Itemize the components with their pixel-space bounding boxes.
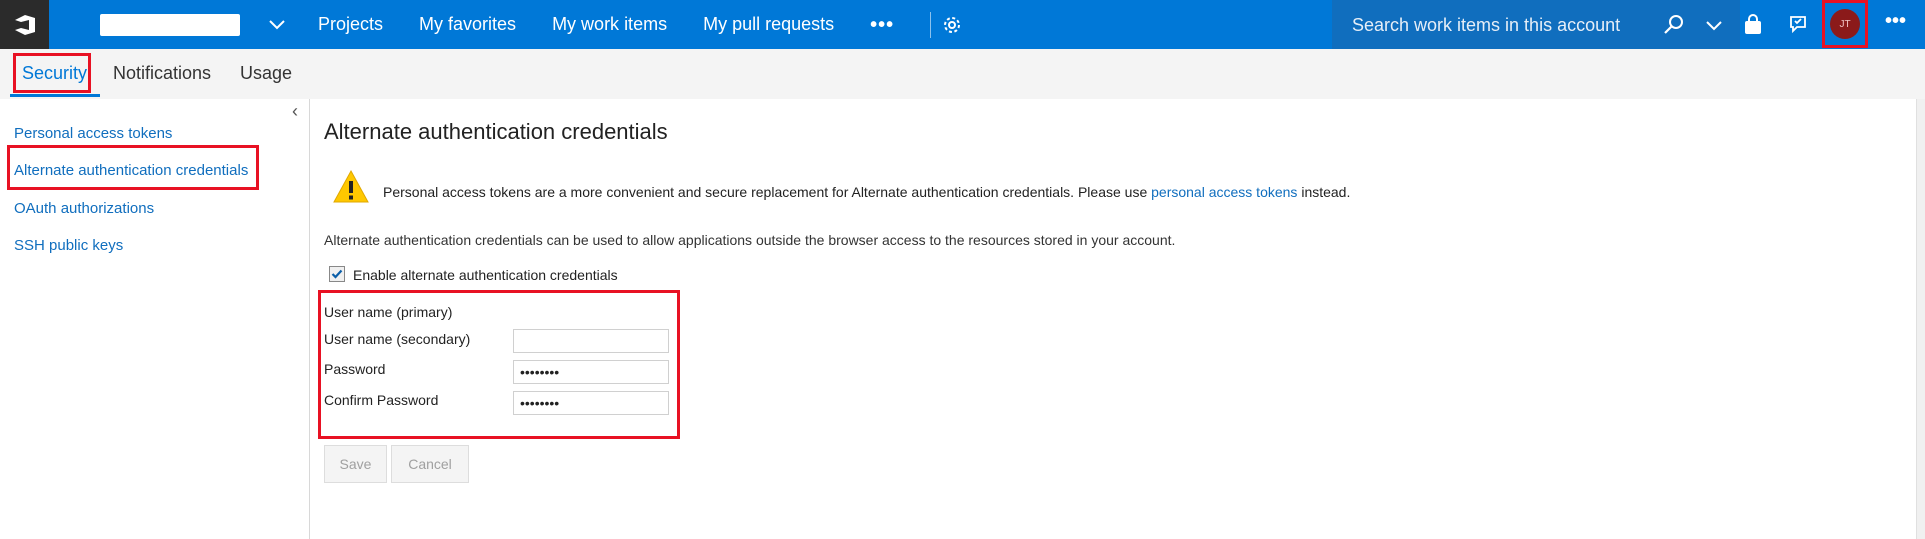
save-button[interactable]: Save: [324, 445, 387, 483]
tab-usage[interactable]: Usage: [240, 63, 292, 84]
sidebar-item-alternate-credentials[interactable]: Alternate authentication credentials: [14, 162, 248, 179]
search-options-chevron-icon[interactable]: [1702, 13, 1726, 37]
sidebar-item-oauth-authorizations[interactable]: OAuth authorizations: [14, 200, 154, 217]
primary-username-label: User name (primary): [324, 304, 453, 320]
description-text: Alternate authentication credentials can…: [324, 232, 1176, 248]
nav-my-work-items[interactable]: My work items: [534, 0, 685, 49]
password-field[interactable]: ••••••••: [513, 360, 669, 384]
nav-more-button[interactable]: •••: [852, 5, 912, 45]
password-label: Password: [324, 361, 386, 377]
vsts-logo-icon: [14, 14, 35, 35]
hub-nav: Projects My favorites My work items My p…: [300, 0, 949, 49]
enable-credentials-checkbox[interactable]: [329, 266, 345, 282]
nav-my-pull-requests[interactable]: My pull requests: [685, 0, 852, 49]
collapse-pane-icon[interactable]: ‹: [292, 101, 298, 122]
personal-access-tokens-link[interactable]: personal access tokens: [1151, 184, 1297, 200]
account-name[interactable]: [100, 14, 240, 36]
confirm-password-field[interactable]: ••••••••: [513, 391, 669, 415]
page-title: Alternate authentication credentials: [324, 119, 668, 144]
secondary-username-input[interactable]: [513, 329, 669, 353]
warning-icon: [332, 169, 370, 205]
active-tab-indicator: [10, 94, 100, 97]
nav-projects[interactable]: Projects: [300, 0, 401, 49]
profile-tabs: Security Notifications Usage: [0, 49, 1925, 99]
profile-menu[interactable]: JT: [1822, 0, 1868, 48]
search-input[interactable]: [1352, 13, 1642, 37]
warning-text-after: instead.: [1297, 184, 1351, 200]
nav-divider: [930, 11, 932, 38]
warning-message: Personal access tokens are a more conven…: [383, 184, 1350, 200]
tab-security[interactable]: Security: [22, 63, 87, 84]
search-icon[interactable]: [1662, 13, 1686, 37]
vertical-scrollbar[interactable]: [1916, 99, 1925, 539]
security-sidebar: ‹ Personal access tokens Alternate authe…: [0, 99, 310, 539]
vsts-logo[interactable]: [0, 0, 49, 49]
account-switcher-chevron-icon[interactable]: [264, 12, 290, 38]
sidebar-item-personal-access-tokens[interactable]: Personal access tokens: [14, 125, 172, 142]
tab-notifications[interactable]: Notifications: [113, 63, 211, 84]
sidebar-item-ssh-public-keys[interactable]: SSH public keys: [14, 237, 123, 254]
search-box: [1332, 0, 1740, 49]
cancel-button[interactable]: Cancel: [391, 445, 469, 483]
marketplace-bag-icon[interactable]: [1740, 12, 1766, 38]
confirm-password-label: Confirm Password: [324, 392, 439, 408]
enable-credentials-label[interactable]: Enable alternate authentication credenti…: [353, 267, 618, 283]
secondary-username-label: User name (secondary): [324, 331, 471, 347]
feedback-icon[interactable]: [1785, 12, 1811, 38]
warning-text-before: Personal access tokens are a more conven…: [383, 184, 1152, 200]
more-actions-button[interactable]: •••: [1885, 10, 1906, 33]
avatar: JT: [1830, 9, 1860, 39]
main-content: Alternate authentication credentials Per…: [318, 99, 1904, 539]
gear-icon[interactable]: [940, 13, 964, 37]
top-bar: Projects My favorites My work items My p…: [0, 0, 1925, 49]
nav-my-favorites[interactable]: My favorites: [401, 0, 534, 49]
